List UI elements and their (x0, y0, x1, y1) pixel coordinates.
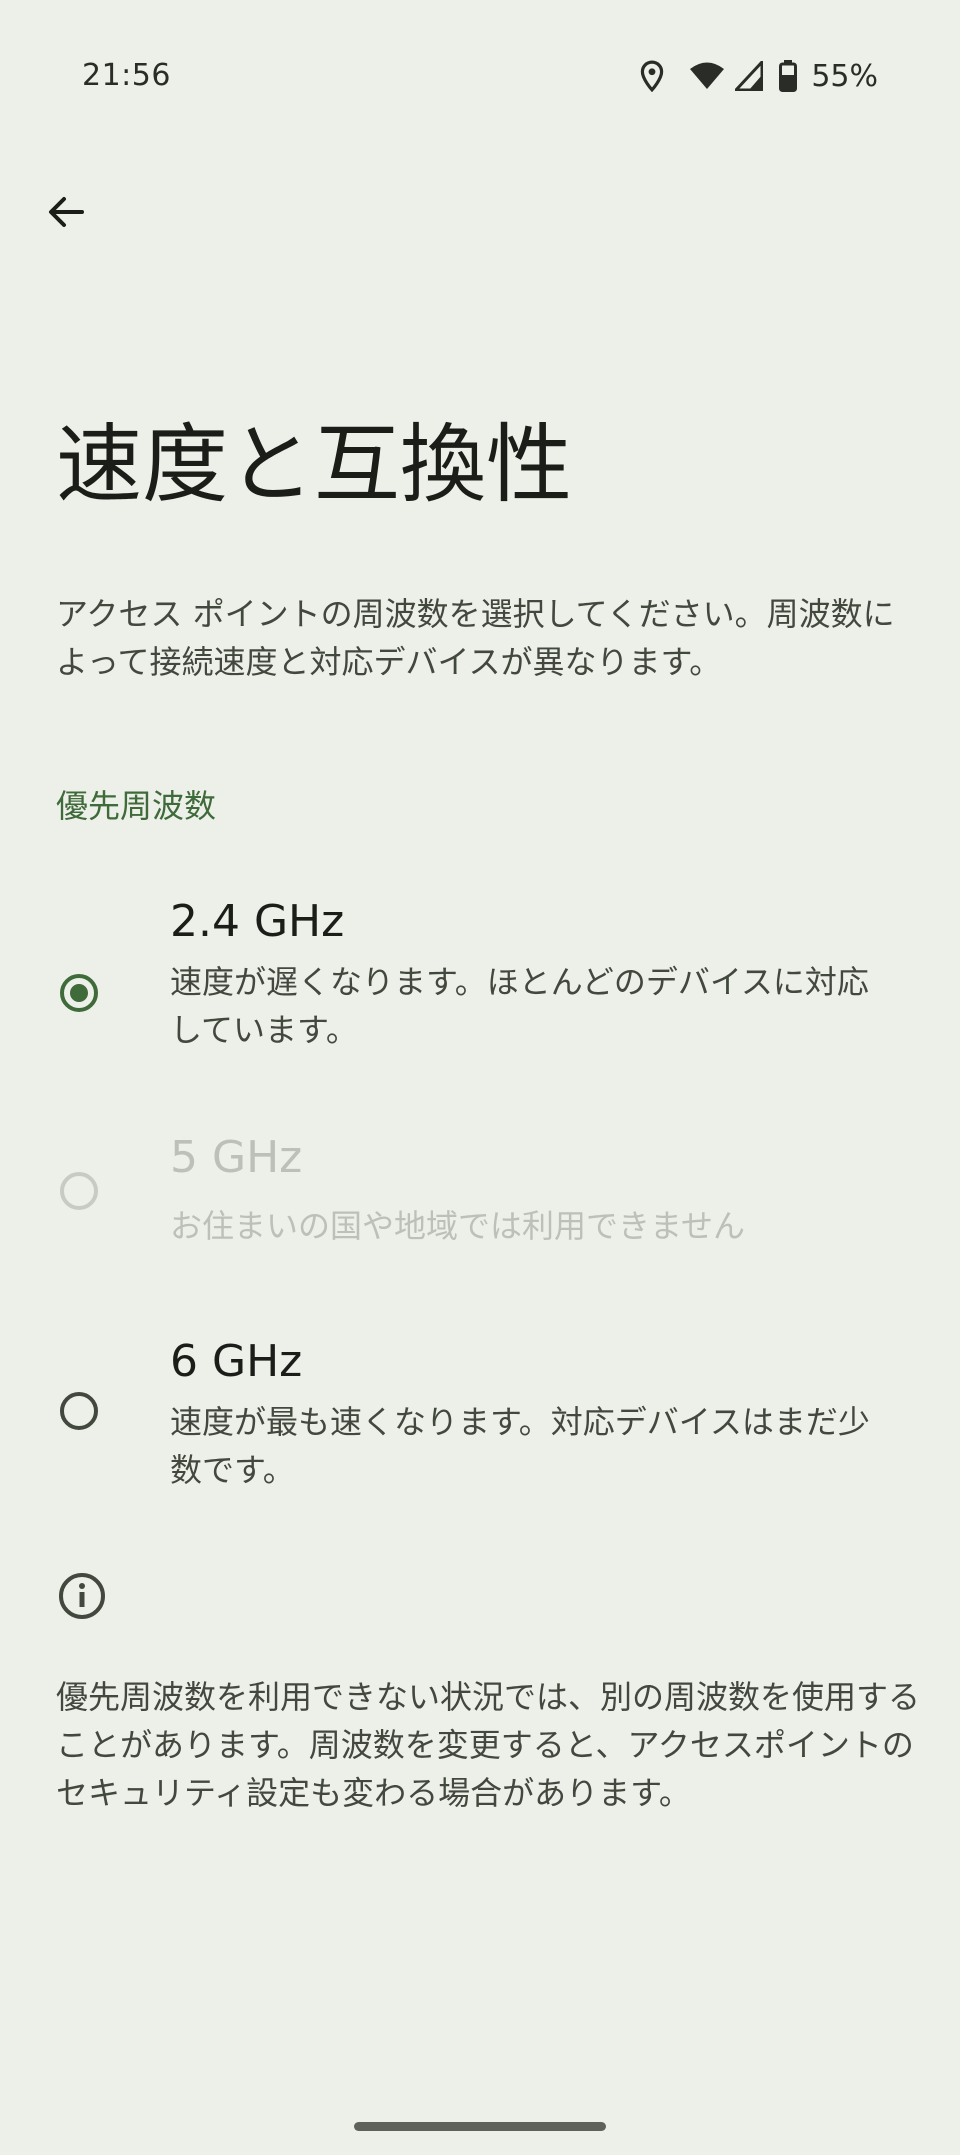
radio-option-2-4ghz[interactable]: 2.4 GHz 速度が遅くなります。ほとんどのデバイスに対応しています。 (0, 880, 960, 1080)
option-summary: 速度が最も速くなります。対応デバイスはまだ少数です。 (170, 1403, 870, 1489)
location-icon (639, 60, 665, 92)
info-icon (58, 1572, 106, 1620)
cell-signal-icon (735, 61, 764, 91)
option-title: 2.4 GHz (170, 896, 345, 947)
back-button[interactable] (36, 184, 96, 244)
radio-button-unselected[interactable] (60, 1392, 98, 1430)
wifi-icon (689, 61, 725, 91)
radio-button-disabled (60, 1172, 98, 1210)
radio-option-5ghz: 5 GHz お住まいの国や地域では利用できません (0, 1110, 960, 1270)
section-header-preferred-frequency: 優先周波数 (56, 787, 217, 825)
radio-option-6ghz[interactable]: 6 GHz 速度が最も速くなります。対応デバイスはまだ少数です。 (0, 1320, 960, 1520)
battery-percentage: 55% (811, 58, 878, 94)
option-title: 5 GHz (170, 1132, 303, 1183)
radio-button-selected[interactable] (60, 974, 98, 1012)
gesture-nav-handle[interactable] (354, 2122, 606, 2131)
footer-note: 優先周波数を利用できない状況では、別の周波数を使用することがあります。周波数を変… (56, 1678, 921, 1812)
option-title: 6 GHz (170, 1336, 303, 1387)
arrow-back-icon (46, 192, 86, 236)
page-title: 速度と互換性 (56, 415, 572, 515)
option-summary: 速度が遅くなります。ほとんどのデバイスに対応しています。 (170, 963, 869, 1049)
option-summary: お住まいの国や地域では利用できません (170, 1207, 746, 1245)
status-bar: 21:56 55% (0, 0, 960, 150)
status-time: 21:56 (82, 58, 171, 93)
page-description: アクセス ポイントの周波数を選択してください。周波数によって接続速度と対応デバイ… (56, 595, 895, 681)
status-icons: 55% (639, 56, 878, 96)
battery-icon (779, 60, 798, 92)
